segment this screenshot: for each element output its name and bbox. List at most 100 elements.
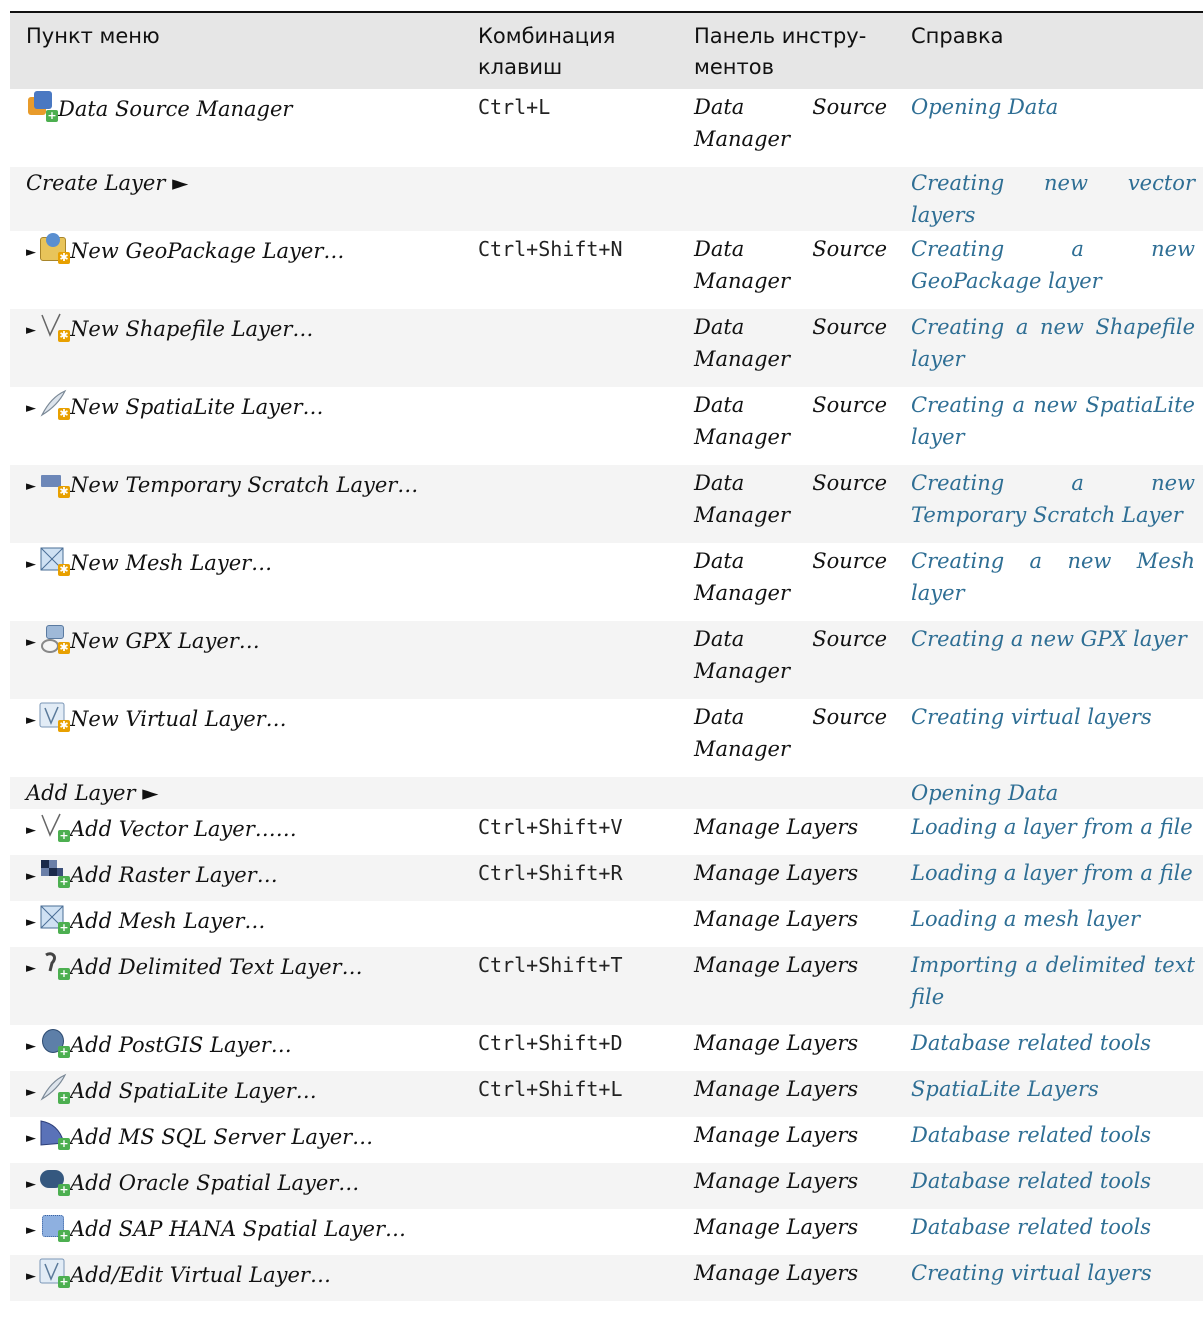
help-link[interactable]: Loading a mesh layer xyxy=(895,901,1203,947)
menu-item-cell: ► ✱ New GeoPackage Layer… xyxy=(10,231,462,309)
menu-item-cell: ► + Add SAP HANA Spatial Layer… xyxy=(10,1209,462,1255)
help-link[interactable]: Creating a new GPX layer xyxy=(895,621,1203,699)
help-link[interactable]: Creating a new GeoPackage layer xyxy=(895,231,1203,309)
add-postgis-icon: + xyxy=(38,1027,70,1058)
menu-item-cell: ► ✱ New Virtual Layer… xyxy=(10,699,462,777)
help-link[interactable]: SpatiaLite Layers xyxy=(895,1071,1203,1117)
menu-item-label: Add SpatiaLite Layer… xyxy=(70,1079,317,1103)
help-link[interactable]: Database related tools xyxy=(895,1117,1203,1163)
menu-item-label: New Mesh Layer… xyxy=(70,551,273,575)
help-link[interactable]: Creating new vector layers xyxy=(895,167,1203,231)
menu-item-label: Add MS SQL Server Layer… xyxy=(70,1125,374,1149)
help-link[interactable]: Importing a delimited text file xyxy=(895,947,1203,1025)
help-link[interactable]: Database related tools xyxy=(895,1163,1203,1209)
new-gpx-icon: ✱ xyxy=(38,623,70,654)
header-toolbar: Панель инстру-ментов xyxy=(678,13,895,89)
new-virtual-icon: ✱ xyxy=(38,701,70,732)
help-link[interactable]: Creating a new SpatiaLite layer xyxy=(895,387,1203,465)
submenu-arrow-icon: ► xyxy=(26,479,36,494)
help-link[interactable]: Loading a layer from a file xyxy=(895,809,1203,855)
menu-item-cell: ► + Add MS SQL Server Layer… xyxy=(10,1117,462,1163)
help-link[interactable]: Creating a new Temporary Scratch Layer xyxy=(895,465,1203,543)
menu-item-cell: ► ✱ New Shapefile Layer… xyxy=(10,309,462,387)
add-hana-icon: + xyxy=(38,1211,70,1242)
help-link[interactable]: Creating virtual layers xyxy=(895,699,1203,777)
table-row: ► + Add Oracle Spatial Layer… Manage Layers… xyxy=(10,1163,1203,1209)
menu-item-cell: ► + Add Oracle Spatial Layer… xyxy=(10,1163,462,1209)
help-link[interactable]: Database related tools xyxy=(895,1025,1203,1071)
table-row: ► + Add MS SQL Server Layer… Manage Layers D… xyxy=(10,1117,1203,1163)
new-shapefile-icon: ✱ xyxy=(38,311,70,342)
submenu-arrow-icon: ► xyxy=(26,915,36,930)
table-row: ► + Add/Edit Virtual Layer… Manage Layers Cr… xyxy=(10,1255,1203,1301)
menu-item-cell: ► + Add PostGIS Layer… xyxy=(10,1025,462,1071)
add-spatialite-icon: + xyxy=(38,1073,70,1104)
shortcut-cell xyxy=(462,465,678,543)
table-row: ► ✱ New GeoPackage Layer… Ctrl+Shift+N Data … xyxy=(10,231,1203,309)
shortcut-cell: Ctrl+Shift+T xyxy=(462,947,678,1025)
toolbar-cell: Data Source Manager xyxy=(694,705,887,761)
toolbar-cell: Data Source Manager xyxy=(678,309,895,387)
table-row: + Data Source Manager Ctrl+L Data Source Ma… xyxy=(10,89,1203,167)
submenu-arrow-icon: ► xyxy=(26,961,36,976)
help-link[interactable]: Database related tools xyxy=(895,1209,1203,1255)
menu-item-cell: ► + Add Raster Layer… xyxy=(10,855,462,901)
menu-item-label: New Virtual Layer… xyxy=(70,707,287,731)
menu-item-label: Add Delimited Text Layer… xyxy=(70,955,363,979)
toolbar-cell: Manage Layers xyxy=(678,1071,895,1117)
shortcut-cell: Ctrl+Shift+L xyxy=(462,1071,678,1117)
menu-item-label: Add Oracle Spatial Layer… xyxy=(70,1171,360,1195)
toolbar-cell xyxy=(678,167,895,231)
header-menu-item: Пункт меню xyxy=(10,13,462,89)
submenu-arrow-icon: ► xyxy=(26,401,36,416)
table-row: ► + Add Raster Layer… Ctrl+Shift+R Manage La… xyxy=(10,855,1203,901)
table-header-row: Пункт меню Комбинация клавиш Панель инст… xyxy=(10,13,1203,89)
add-delimited-text-icon: + xyxy=(38,949,70,980)
menu-item-label: Add Vector Layer…… xyxy=(70,817,297,841)
shortcut-cell: Ctrl+Shift+D xyxy=(478,1031,623,1055)
help-link[interactable]: Creating a new Mesh layer xyxy=(895,543,1203,621)
shortcut-cell xyxy=(462,543,678,621)
submenu-arrow-icon: ► xyxy=(26,557,36,572)
header-reference: Справка xyxy=(895,13,1203,89)
table-row: ► ✱ New GPX Layer… Data Source Manager Creat… xyxy=(10,621,1203,699)
toolbar-cell: Data Source Manager xyxy=(678,621,895,699)
menu-item-label: Data Source Manager xyxy=(58,97,293,121)
menu-item-label: New GPX Layer… xyxy=(70,629,260,653)
table-row: ► ✱ New Shapefile Layer… Data Source Manage… xyxy=(10,309,1203,387)
menu-item-label: New Temporary Scratch Layer… xyxy=(70,473,419,497)
shortcut-cell xyxy=(462,777,678,809)
shortcut-cell xyxy=(462,167,678,231)
help-link[interactable]: Creating virtual layers xyxy=(895,1255,1203,1301)
toolbar-cell: Manage Layers xyxy=(678,1255,895,1301)
help-link[interactable]: Opening Data xyxy=(895,89,1203,167)
help-link[interactable]: Creating a new Shapefile layer xyxy=(895,309,1203,387)
table-row: ► + Add Mesh Layer… Manage Layers Loading a … xyxy=(10,901,1203,947)
table-row: ► + Add PostGIS Layer… Ctrl+Shift+D Manage L… xyxy=(10,1025,1203,1071)
menu-item-cell: Create Layer ► xyxy=(10,167,462,231)
menu-item-cell: ► ✱ New GPX Layer… xyxy=(10,621,462,699)
menu-item-cell: ► + Add SpatiaLite Layer… xyxy=(10,1071,462,1117)
menu-item-cell: + Data Source Manager xyxy=(10,89,462,167)
menu-item-cell: ► ✱ New Mesh Layer… xyxy=(10,543,462,621)
table-row: Create Layer ► Creating new vector layers xyxy=(10,167,1203,231)
toolbar-cell: Manage Layers xyxy=(694,1215,859,1239)
menu-item-label: New Shapefile Layer… xyxy=(70,317,314,341)
help-link[interactable]: Loading a layer from a file xyxy=(895,855,1203,901)
shortcut-cell xyxy=(462,1117,678,1163)
menu-item-label: New GeoPackage Layer… xyxy=(70,239,345,263)
shortcut-cell xyxy=(462,621,678,699)
help-link[interactable]: Opening Data xyxy=(895,777,1203,809)
table-row: ► ✱ New Mesh Layer… Data Source Manager Crea… xyxy=(10,543,1203,621)
menu-table: Пункт меню Комбинация клавиш Панель инст… xyxy=(10,13,1203,1301)
shortcut-cell xyxy=(462,1255,678,1301)
toolbar-cell: Manage Layers xyxy=(694,815,859,839)
shortcut-cell xyxy=(462,387,678,465)
menu-item-label: Add SAP HANA Spatial Layer… xyxy=(70,1217,406,1241)
new-geopackage-icon: ✱ xyxy=(38,233,70,264)
menu-item-cell: ► + Add Vector Layer…… xyxy=(10,809,462,855)
add-vector-icon: + xyxy=(38,811,70,842)
menu-item-cell: ► ✱ New Temporary Scratch Layer… xyxy=(10,465,462,543)
menu-item-label: New SpatiaLite Layer… xyxy=(70,395,324,419)
toolbar-cell: Manage Layers xyxy=(678,1163,895,1209)
